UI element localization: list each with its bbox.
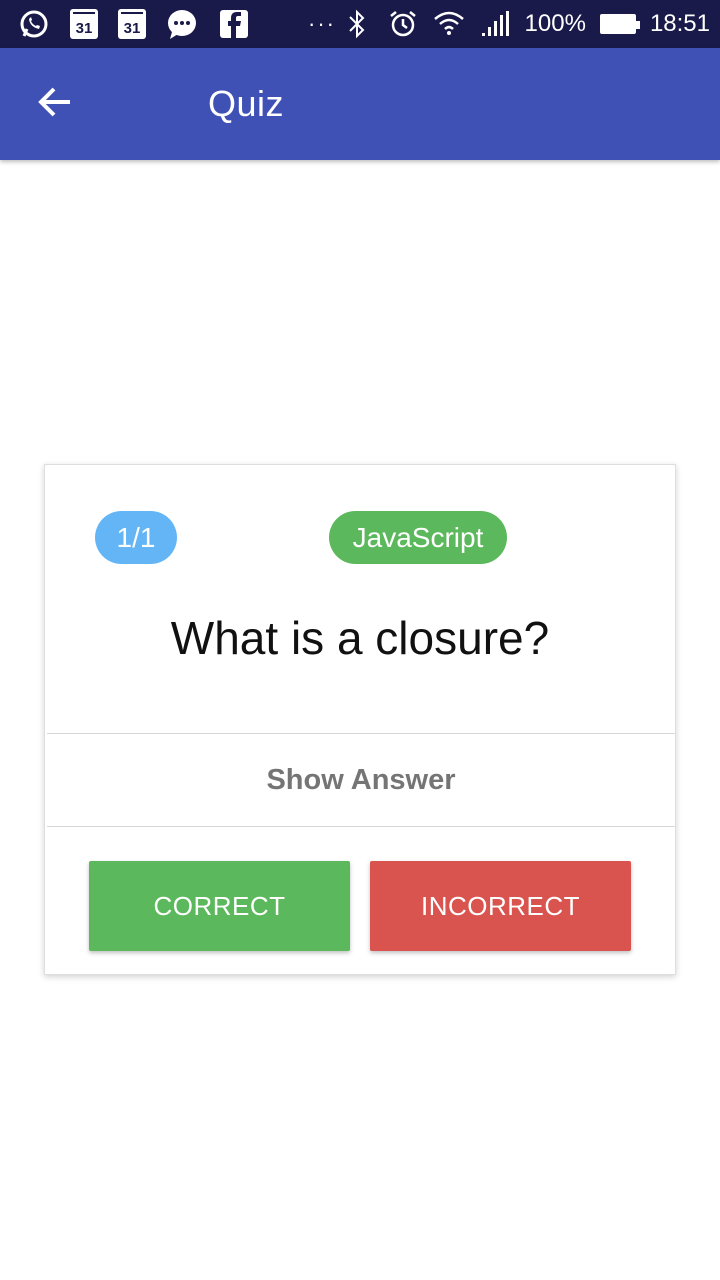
quiz-card: 1/1 JavaScript What is a closure? Show A… — [44, 464, 676, 975]
alarm-icon — [387, 8, 419, 40]
battery-icon — [599, 14, 640, 34]
wifi-icon — [433, 8, 465, 40]
messenger-icon — [166, 8, 198, 40]
correct-button[interactable]: CORRECT — [89, 861, 350, 951]
incorrect-button[interactable]: INCORRECT — [370, 861, 631, 951]
clock: 18:51 — [649, 10, 710, 37]
facebook-icon — [218, 8, 250, 40]
arrow-left-icon — [36, 84, 72, 125]
calendar-icon: 31 — [118, 9, 146, 39]
calendar-icon: 31 — [70, 9, 98, 39]
status-bar: 31 31 ··· 100% 18:51 — [0, 0, 720, 48]
progress-badge: 1/1 — [95, 511, 177, 564]
show-answer-button[interactable]: Show Answer — [47, 734, 675, 826]
page-title: Quiz — [208, 83, 285, 124]
notification-overflow: ··· — [308, 11, 336, 36]
whatsapp-icon — [18, 8, 50, 40]
topic-badge: JavaScript — [329, 511, 507, 564]
bluetooth-icon — [341, 8, 373, 40]
question-text: What is a closure? — [170, 612, 550, 664]
battery-percent: 100% — [524, 10, 586, 37]
back-button[interactable] — [18, 68, 90, 140]
app-bar: Quiz — [0, 48, 720, 160]
divider — [47, 826, 675, 827]
signal-icon — [479, 8, 511, 40]
